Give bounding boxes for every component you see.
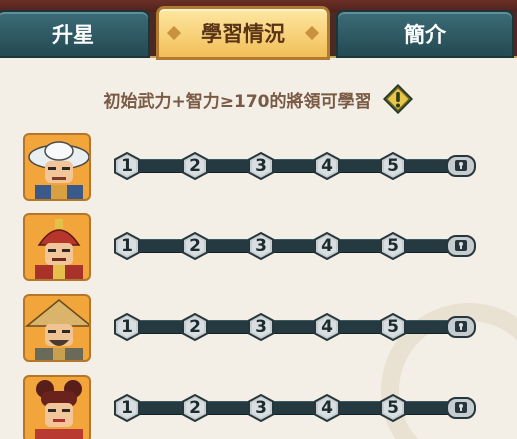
- stage-number: 2: [189, 398, 201, 418]
- stage-node-2[interactable]: 2: [181, 232, 209, 260]
- general-row: 1 2 3 4 5: [0, 375, 517, 439]
- stage-node-5[interactable]: 5: [379, 394, 407, 422]
- stage-node-2[interactable]: 2: [181, 394, 209, 422]
- stage-number: 4: [321, 236, 333, 256]
- requirement-row: 初始武力+智力≥170的將領可學習: [0, 83, 517, 115]
- stage-number: 3: [255, 156, 267, 176]
- progress-track: [120, 239, 470, 253]
- stage-node-3[interactable]: 3: [247, 152, 275, 180]
- tab-intro[interactable]: 簡介: [336, 10, 514, 58]
- lock-chest-icon[interactable]: [446, 153, 476, 179]
- lock-chest-icon[interactable]: [446, 314, 476, 340]
- stage-number: 2: [189, 156, 201, 176]
- stage-number: 5: [387, 398, 399, 418]
- tab-upgrade-star[interactable]: 升星: [0, 10, 150, 58]
- stage-node-3[interactable]: 3: [247, 232, 275, 260]
- exclamation-hint-icon[interactable]: [383, 83, 414, 115]
- stage-number: 2: [189, 317, 201, 337]
- general-portrait-white-hat[interactable]: [23, 133, 91, 201]
- stage-number: 5: [387, 156, 399, 176]
- stage-number: 1: [121, 398, 133, 418]
- stage-node-2[interactable]: 2: [181, 313, 209, 341]
- stage-node-3[interactable]: 3: [247, 313, 275, 341]
- tab-decoration: [304, 25, 320, 41]
- tab-label: 升星: [52, 23, 94, 47]
- stage-number: 4: [321, 156, 333, 176]
- stage-node-4[interactable]: 4: [313, 394, 341, 422]
- tab-decoration: [166, 25, 182, 41]
- stage-node-1[interactable]: 1: [113, 152, 141, 180]
- stage-node-2[interactable]: 2: [181, 152, 209, 180]
- progress-track: [120, 401, 470, 415]
- lock-chest-icon[interactable]: [446, 233, 476, 259]
- stage-node-5[interactable]: 5: [379, 313, 407, 341]
- general-row: 1 2 3 4 5: [0, 133, 517, 203]
- general-row: 1 2 3 4 5: [0, 294, 517, 364]
- stage-number: 3: [255, 398, 267, 418]
- general-row: 1 2 3 4 5: [0, 213, 517, 283]
- requirement-text: 初始武力+智力≥170的將領可學習: [103, 91, 372, 112]
- stage-number: 2: [189, 236, 201, 256]
- lock-chest-icon[interactable]: [446, 395, 476, 421]
- stage-number: 4: [321, 317, 333, 337]
- general-portrait-red-helmet[interactable]: [23, 213, 91, 281]
- stage-node-3[interactable]: 3: [247, 394, 275, 422]
- general-portrait-straw-hat[interactable]: [23, 294, 91, 362]
- tab-label: 學習情況: [201, 22, 285, 46]
- stage-number: 5: [387, 236, 399, 256]
- stage-number: 1: [121, 156, 133, 176]
- stage-node-4[interactable]: 4: [313, 313, 341, 341]
- stage-node-1[interactable]: 1: [113, 232, 141, 260]
- stage-node-1[interactable]: 1: [113, 394, 141, 422]
- stage-number: 1: [121, 236, 133, 256]
- tab-learning-status[interactable]: 學習情況: [156, 6, 330, 60]
- progress-track: [120, 159, 470, 173]
- stage-node-4[interactable]: 4: [313, 232, 341, 260]
- tab-label: 簡介: [404, 23, 446, 47]
- stage-node-5[interactable]: 5: [379, 152, 407, 180]
- general-portrait-red-hair[interactable]: [23, 375, 91, 439]
- stage-number: 5: [387, 317, 399, 337]
- stage-node-5[interactable]: 5: [379, 232, 407, 260]
- stage-number: 4: [321, 398, 333, 418]
- stage-node-4[interactable]: 4: [313, 152, 341, 180]
- stage-node-1[interactable]: 1: [113, 313, 141, 341]
- stage-number: 1: [121, 317, 133, 337]
- progress-track: [120, 320, 470, 334]
- stage-number: 3: [255, 236, 267, 256]
- stage-number: 3: [255, 317, 267, 337]
